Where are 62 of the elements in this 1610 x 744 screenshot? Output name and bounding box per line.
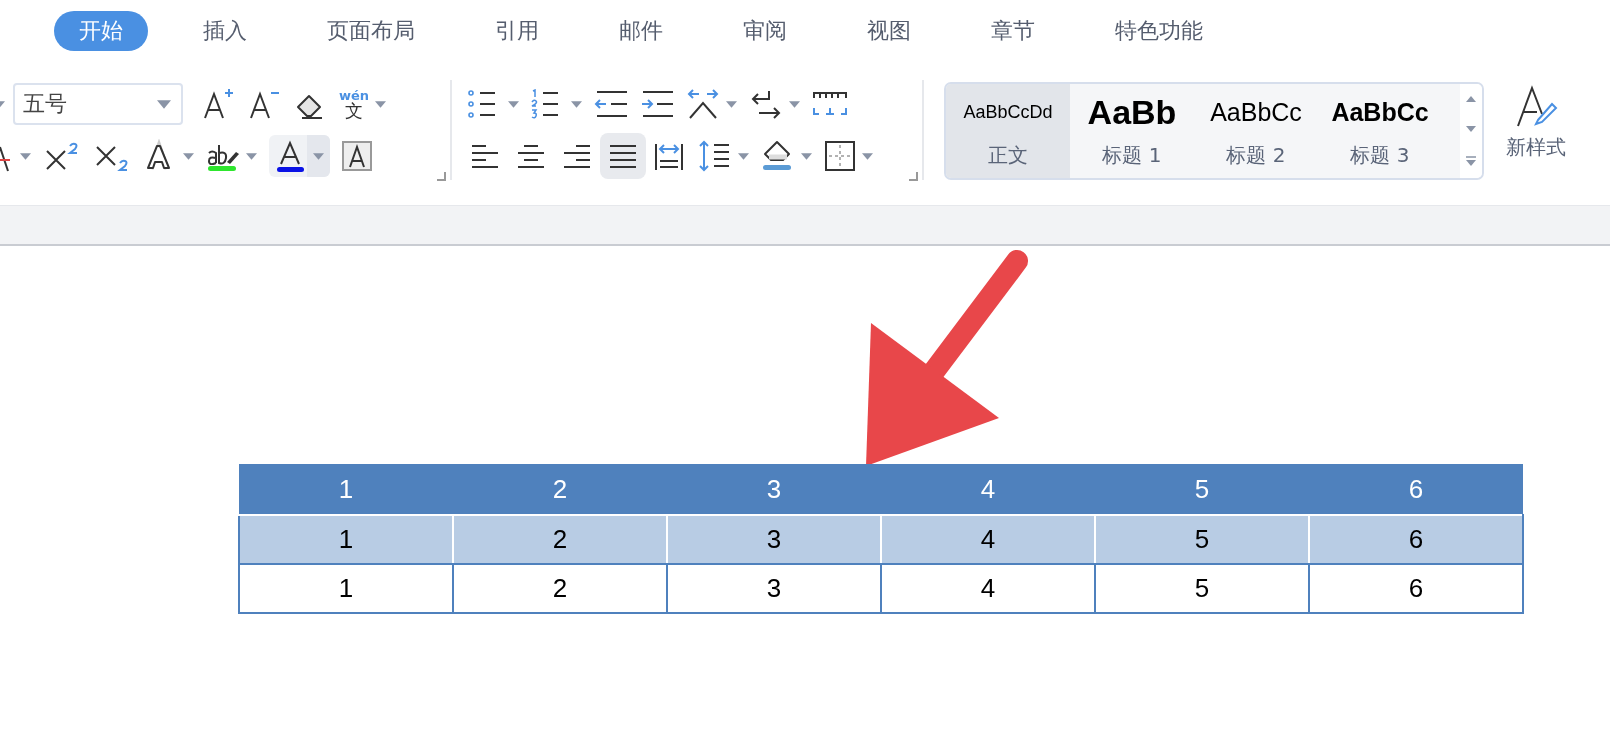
line-spacing-icon[interactable] [698,140,732,172]
ribbon-tab[interactable]: 插入 [178,11,272,51]
table-cell: 6 [1309,515,1523,564]
scroll-down-icon[interactable] [1466,126,1476,132]
style-item[interactable]: AaBbCc 标题 3 [1318,84,1442,178]
caret-icon[interactable] [726,100,737,108]
character-shading-icon[interactable] [342,141,372,171]
style-item[interactable]: AaBbCc 标题 2 [1194,84,1318,178]
borders-icon[interactable] [824,140,856,172]
caret-icon[interactable] [801,152,812,160]
dialog-launcher-icon[interactable] [437,172,446,181]
caret-icon[interactable] [375,100,387,108]
table-cell: 2 [453,515,667,564]
table-cell: 5 [1095,464,1309,515]
caret-icon[interactable] [571,100,582,108]
font-color-button[interactable] [269,135,330,177]
table-cell: 4 [881,515,1095,564]
style-item[interactable]: AaBbCcDd 正文 [946,84,1070,178]
caret-icon[interactable] [508,100,519,108]
table-cell: 6 [1309,464,1523,515]
caret-icon[interactable] [862,152,873,160]
ribbon-tab[interactable]: 审阅 [718,11,812,51]
font-size-dropdown[interactable]: 五号 [13,83,183,125]
dialog-launcher-icon[interactable] [909,172,918,181]
table-cell: 1 [239,464,453,515]
ribbon-tab[interactable]: 视图 [842,11,936,51]
new-style-button[interactable]: 新样式 [1506,84,1566,161]
ruler-icon[interactable] [812,90,848,118]
increase-indent-icon[interactable] [640,89,674,119]
table-cell: 4 [881,564,1095,613]
ribbon-tab[interactable]: 邮件 [594,11,688,51]
ribbon-tab[interactable]: 特色功能 [1090,11,1228,51]
style-item[interactable]: AaBb 标题 1 [1070,84,1194,178]
scroll-up-icon[interactable] [1466,96,1476,102]
table-cell: 4 [881,464,1095,515]
table-cell: 1 [239,564,453,613]
table-cell: 2 [453,464,667,515]
table-cell: 2 [453,564,667,613]
table-cell: 3 [667,515,881,564]
table-cell: 3 [667,564,881,613]
ribbon-tab[interactable]: 引用 [470,11,564,51]
caret-icon[interactable] [183,152,194,160]
text-direction-icon[interactable] [686,89,720,119]
ribbon-tab[interactable]: 页面布局 [302,11,440,51]
table-cell: 5 [1095,564,1309,613]
line-break-icon[interactable] [749,89,783,119]
more-styles-icon[interactable] [1466,156,1476,166]
caret-icon[interactable] [789,100,800,108]
phonetic-guide-icon[interactable]: wén 文 [339,88,370,120]
table-cell: 5 [1095,515,1309,564]
decrease-indent-icon[interactable] [594,89,628,119]
align-button[interactable] [600,133,646,179]
table-cell: 6 [1309,564,1523,613]
caret-icon[interactable] [20,152,31,160]
caret-icon[interactable] [738,152,749,160]
align-icon [654,141,684,171]
grow-font-icon[interactable] [201,87,235,121]
caret-icon[interactable] [246,152,257,160]
caret-icon[interactable] [157,99,171,109]
ribbon-tab[interactable]: 章节 [966,11,1060,51]
table-cell: 1 [239,515,453,564]
table-cell: 3 [667,464,881,515]
